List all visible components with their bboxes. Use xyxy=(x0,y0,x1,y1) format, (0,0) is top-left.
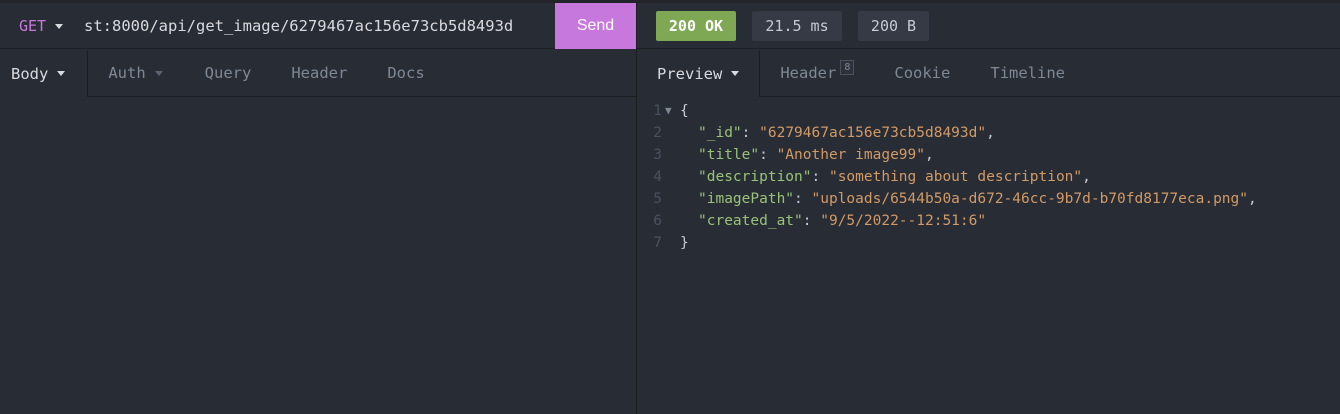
tab-label: Query xyxy=(204,64,252,82)
line-number: 5 xyxy=(653,191,662,207)
tab-response-header[interactable]: Header 8 xyxy=(760,50,874,96)
tab-docs[interactable]: Docs xyxy=(367,50,444,96)
json-value: "9/5/2022--12:51:6" xyxy=(820,213,987,229)
tab-auth[interactable]: Auth xyxy=(88,50,182,96)
json-key: "description" xyxy=(698,169,812,185)
tab-timeline[interactable]: Timeline xyxy=(970,50,1085,96)
url-input[interactable]: st:8000/api/get_image/6279467ac156e73cb5… xyxy=(84,3,550,49)
code-line: 3 "title": "Another image99", xyxy=(637,144,1340,166)
tab-query[interactable]: Query xyxy=(183,50,272,96)
code-line: 7 } xyxy=(637,232,1340,254)
header-count-badge: 8 xyxy=(840,59,855,75)
chevron-down-icon xyxy=(154,70,163,76)
line-number: 3 xyxy=(653,147,662,163)
chevron-down-icon xyxy=(57,71,66,76)
request-tabs: Body Auth Query Header Docs xyxy=(0,50,636,97)
code-line: 4 "description": "something about descri… xyxy=(637,166,1340,188)
close-brace: } xyxy=(680,235,689,251)
json-key: "title" xyxy=(698,147,760,163)
tab-header[interactable]: Header xyxy=(271,50,367,96)
line-number: 7 xyxy=(653,235,662,251)
line-number: 6 xyxy=(653,213,662,229)
size-badge: 200 B xyxy=(858,11,929,41)
code-line: 6 "created_at": "9/5/2022--12:51:6" xyxy=(637,210,1340,232)
fold-arrow-icon[interactable]: ▼ xyxy=(665,100,680,122)
tab-label: Docs xyxy=(387,64,425,82)
response-tabs: Preview Header 8 Cookie Timeline xyxy=(637,50,1340,97)
code-line: 5 "imagePath": "uploads/6544b50a-d672-46… xyxy=(637,188,1340,210)
json-value: "uploads/6544b50a-d672-46cc-9b7d-b70fd81… xyxy=(811,191,1249,207)
json-key: "created_at" xyxy=(698,213,803,229)
tab-label: Body xyxy=(11,64,49,83)
time-badge: 21.5 ms xyxy=(752,11,842,41)
send-button[interactable]: Send xyxy=(555,3,636,49)
status-badge: 200 OK xyxy=(656,11,736,41)
tab-label: Header xyxy=(291,64,348,82)
tab-preview[interactable]: Preview xyxy=(637,50,761,97)
method-dropdown[interactable]: GET xyxy=(19,3,64,49)
json-value: "6279467ac156e73cb5d8493d" xyxy=(759,125,987,141)
tab-label: Timeline xyxy=(990,64,1066,82)
tab-label: Auth xyxy=(108,64,146,82)
tab-cookie[interactable]: Cookie xyxy=(874,50,970,96)
request-bar: GET st:8000/api/get_image/6279467ac156e7… xyxy=(0,3,636,49)
json-key: "_id" xyxy=(698,125,742,141)
method-label: GET xyxy=(19,17,47,35)
tab-label: Preview xyxy=(657,64,723,83)
json-key: "imagePath" xyxy=(698,191,795,207)
line-number: 4 xyxy=(653,169,662,185)
response-bar: 200 OK 21.5 ms 200 B xyxy=(637,3,1340,49)
chevron-down-icon xyxy=(55,23,64,29)
tab-label: Cookie xyxy=(894,64,951,82)
open-brace: { xyxy=(680,103,689,119)
line-number: 1 xyxy=(653,103,662,119)
chevron-down-icon xyxy=(731,71,740,76)
code-line: 2 "_id": "6279467ac156e73cb5d8493d", xyxy=(637,122,1340,144)
code-line: 1 ▼ { xyxy=(637,100,1340,122)
line-number: 2 xyxy=(653,125,662,141)
response-preview: 1 ▼ { 2 "_id": "6279467ac156e73cb5d8493d… xyxy=(637,100,1340,254)
json-value: "Another image99" xyxy=(776,147,925,163)
tab-label: Header xyxy=(780,64,837,82)
json-value: "something about description" xyxy=(828,169,1083,185)
tab-body[interactable]: Body xyxy=(0,50,89,97)
